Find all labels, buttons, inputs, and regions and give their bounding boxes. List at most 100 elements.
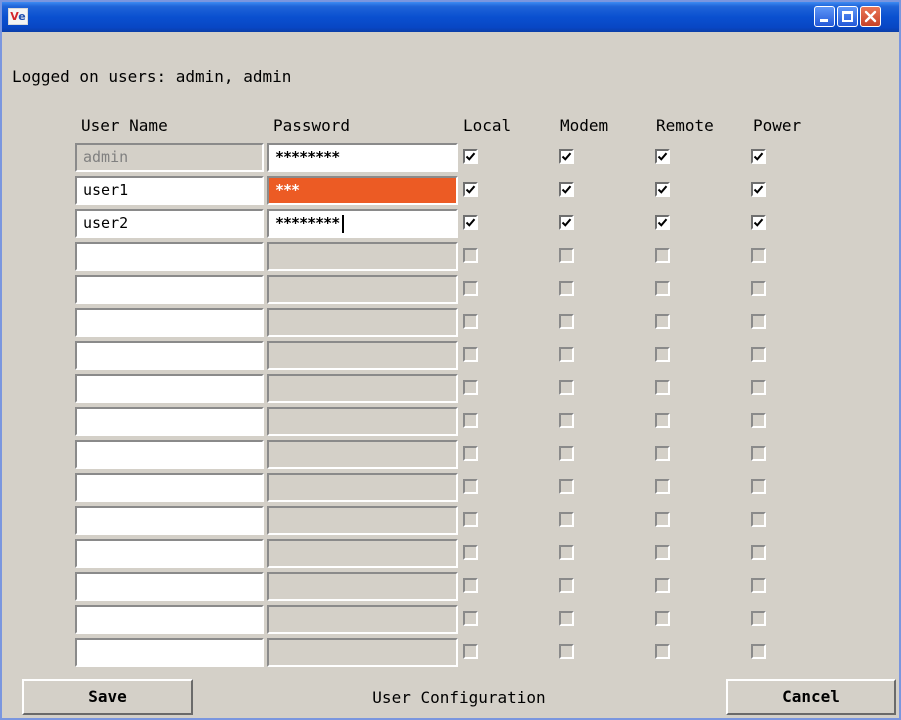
password-field[interactable] (267, 242, 458, 271)
username-field[interactable] (75, 473, 264, 502)
password-field[interactable] (267, 275, 458, 304)
password-field[interactable] (267, 473, 458, 502)
cancel-button[interactable]: Cancel (726, 679, 896, 715)
modem-checkbox[interactable] (559, 314, 574, 329)
modem-checkbox[interactable] (559, 512, 574, 527)
remote-checkbox[interactable] (655, 215, 670, 230)
power-checkbox[interactable] (751, 314, 766, 329)
modem-checkbox[interactable] (559, 611, 574, 626)
remote-checkbox[interactable] (655, 347, 670, 362)
local-checkbox[interactable] (463, 314, 478, 329)
password-field[interactable] (267, 308, 458, 337)
power-checkbox[interactable] (751, 347, 766, 362)
local-checkbox[interactable] (463, 479, 478, 494)
remote-checkbox[interactable] (655, 611, 670, 626)
modem-checkbox[interactable] (559, 644, 574, 659)
local-checkbox[interactable] (463, 182, 478, 197)
power-checkbox[interactable] (751, 215, 766, 230)
modem-checkbox[interactable] (559, 248, 574, 263)
remote-checkbox[interactable] (655, 413, 670, 428)
remote-checkbox[interactable] (655, 149, 670, 164)
password-field[interactable] (267, 605, 458, 634)
power-checkbox[interactable] (751, 545, 766, 560)
remote-checkbox[interactable] (655, 182, 670, 197)
password-field[interactable] (267, 341, 458, 370)
maximize-icon[interactable] (837, 6, 858, 27)
local-checkbox[interactable] (463, 413, 478, 428)
minimize-icon[interactable] (814, 6, 835, 27)
power-checkbox[interactable] (751, 281, 766, 296)
username-field[interactable] (75, 308, 264, 337)
password-field[interactable] (267, 572, 458, 601)
modem-checkbox[interactable] (559, 446, 574, 461)
remote-checkbox[interactable] (655, 545, 670, 560)
local-checkbox[interactable] (463, 380, 478, 395)
power-checkbox[interactable] (751, 578, 766, 593)
close-icon[interactable] (860, 6, 881, 27)
username-field[interactable]: user2 (75, 209, 264, 238)
username-field[interactable] (75, 572, 264, 601)
local-checkbox[interactable] (463, 512, 478, 527)
username-field[interactable] (75, 341, 264, 370)
username-field[interactable] (75, 638, 264, 667)
remote-checkbox[interactable] (655, 578, 670, 593)
local-checkbox[interactable] (463, 347, 478, 362)
password-field[interactable]: ******** (267, 143, 458, 172)
power-checkbox[interactable] (751, 380, 766, 395)
username-field[interactable]: user1 (75, 176, 264, 205)
modem-checkbox[interactable] (559, 380, 574, 395)
local-checkbox[interactable] (463, 545, 478, 560)
remote-checkbox[interactable] (655, 281, 670, 296)
remote-checkbox[interactable] (655, 248, 670, 263)
power-checkbox[interactable] (751, 182, 766, 197)
password-field[interactable] (267, 638, 458, 667)
modem-checkbox[interactable] (559, 347, 574, 362)
title-bar[interactable]: Ve (2, 2, 899, 32)
modem-checkbox[interactable] (559, 479, 574, 494)
save-button[interactable]: Save (22, 679, 193, 715)
username-field[interactable] (75, 539, 264, 568)
password-field[interactable] (267, 539, 458, 568)
modem-checkbox[interactable] (559, 149, 574, 164)
local-checkbox[interactable] (463, 215, 478, 230)
password-field[interactable] (267, 374, 458, 403)
username-field[interactable] (75, 242, 264, 271)
local-checkbox[interactable] (463, 644, 478, 659)
username-field[interactable] (75, 440, 264, 469)
local-checkbox[interactable] (463, 578, 478, 593)
local-checkbox[interactable] (463, 281, 478, 296)
power-checkbox[interactable] (751, 413, 766, 428)
username-field[interactable] (75, 605, 264, 634)
power-checkbox[interactable] (751, 644, 766, 659)
modem-checkbox[interactable] (559, 413, 574, 428)
power-checkbox[interactable] (751, 149, 766, 164)
modem-checkbox[interactable] (559, 281, 574, 296)
username-field[interactable] (75, 506, 264, 535)
power-checkbox[interactable] (751, 248, 766, 263)
password-field[interactable]: ******** (267, 209, 458, 238)
local-checkbox[interactable] (463, 446, 478, 461)
local-checkbox[interactable] (463, 248, 478, 263)
power-checkbox[interactable] (751, 446, 766, 461)
remote-checkbox[interactable] (655, 479, 670, 494)
username-field[interactable] (75, 407, 264, 436)
remote-checkbox[interactable] (655, 314, 670, 329)
modem-checkbox[interactable] (559, 578, 574, 593)
remote-checkbox[interactable] (655, 644, 670, 659)
modem-checkbox[interactable] (559, 182, 574, 197)
modem-checkbox[interactable] (559, 215, 574, 230)
local-checkbox[interactable] (463, 149, 478, 164)
power-checkbox[interactable] (751, 479, 766, 494)
username-field[interactable] (75, 275, 264, 304)
password-field[interactable] (267, 506, 458, 535)
remote-checkbox[interactable] (655, 380, 670, 395)
password-field[interactable] (267, 407, 458, 436)
password-field[interactable] (267, 440, 458, 469)
remote-checkbox[interactable] (655, 446, 670, 461)
power-checkbox[interactable] (751, 512, 766, 527)
modem-checkbox[interactable] (559, 545, 574, 560)
username-field[interactable] (75, 374, 264, 403)
power-checkbox[interactable] (751, 611, 766, 626)
local-checkbox[interactable] (463, 611, 478, 626)
remote-checkbox[interactable] (655, 512, 670, 527)
